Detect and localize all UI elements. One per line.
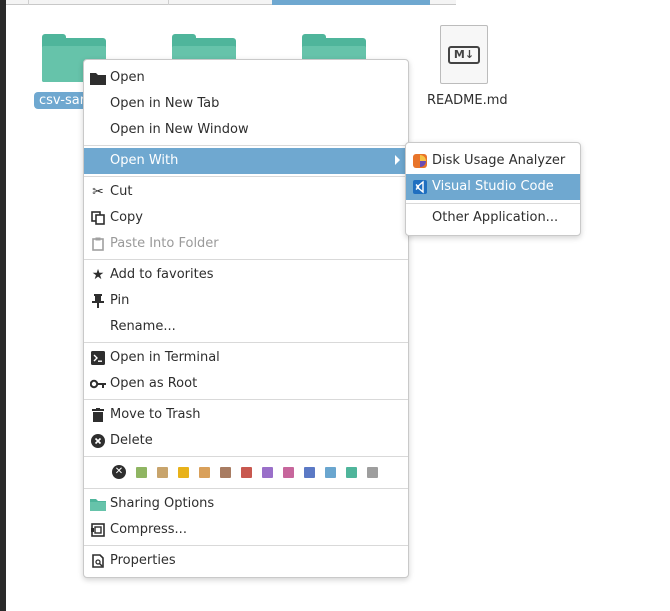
context-menu: Open Open in New Tab Open in New Window … [83, 59, 409, 578]
scissors-icon: ✂ [92, 184, 104, 200]
menu-item-pin[interactable]: Pin [84, 288, 408, 314]
color-tag-swatch[interactable] [367, 466, 378, 478]
markdown-badge: M↓ [448, 46, 480, 64]
menu-item-move-to-trash[interactable]: Move to Trash [84, 402, 408, 428]
color-tag-swatch[interactable] [346, 466, 357, 478]
menu-separator [84, 145, 408, 146]
menu-item-rename[interactable]: Rename... [84, 314, 408, 340]
menu-item-open-in-terminal[interactable]: Open in Terminal [84, 345, 408, 371]
pin-icon [90, 293, 106, 309]
menu-item-properties[interactable]: Properties [84, 548, 408, 574]
vscode-icon [412, 179, 428, 195]
menu-separator [84, 342, 408, 343]
folder-open-icon [90, 70, 106, 86]
menu-item-open-new-window[interactable]: Open in New Window [84, 117, 408, 143]
menu-separator [84, 176, 408, 177]
shared-folder-icon [90, 496, 106, 512]
color-tag-swatch[interactable] [304, 466, 315, 478]
tab-strip [0, 0, 456, 5]
menu-item-cut[interactable]: ✂ Cut [84, 179, 408, 205]
color-tag-swatch[interactable] [178, 466, 189, 478]
archive-icon [90, 522, 106, 538]
tab-divider [28, 0, 29, 5]
clear-color-icon[interactable]: ✕ [112, 465, 126, 479]
color-tag-swatch[interactable] [220, 466, 231, 478]
color-tag-swatch[interactable] [283, 466, 294, 478]
color-tag-swatch[interactable] [157, 466, 168, 478]
clipboard-icon [90, 236, 106, 252]
menu-separator [84, 545, 408, 546]
menu-item-add-to-favorites[interactable]: ★ Add to favorites [84, 262, 408, 288]
submenu-item-other-application[interactable]: Other Application... [406, 205, 580, 231]
menu-item-compress[interactable]: Compress... [84, 517, 408, 543]
key-icon [90, 376, 106, 392]
menu-separator [84, 259, 408, 260]
color-tag-swatch[interactable] [262, 466, 273, 478]
delete-circle-icon [90, 433, 106, 449]
color-tag-row: ✕ [112, 464, 388, 480]
terminal-icon [90, 350, 106, 366]
markdown-file-icon[interactable]: M↓ [440, 25, 488, 84]
submenu-item-visual-studio-code[interactable]: Visual Studio Code [406, 174, 580, 200]
menu-item-copy[interactable]: Copy [84, 205, 408, 231]
color-tag-swatch[interactable] [325, 466, 336, 478]
menu-separator [84, 399, 408, 400]
menu-separator [84, 456, 408, 457]
menu-item-sharing-options[interactable]: Sharing Options [84, 491, 408, 517]
disk-usage-analyzer-icon [412, 153, 428, 169]
properties-icon [90, 553, 106, 569]
file-name-label[interactable]: README.md [427, 93, 508, 108]
sidebar-edge [0, 0, 6, 611]
star-add-icon: ★ [91, 267, 105, 283]
chevron-right-icon [395, 155, 400, 165]
menu-item-delete[interactable]: Delete [84, 428, 408, 454]
menu-item-open-with[interactable]: Open With [84, 148, 408, 174]
color-tag-swatch[interactable] [241, 466, 252, 478]
active-tab[interactable] [272, 0, 430, 5]
color-tag-swatch[interactable] [199, 466, 210, 478]
menu-separator [84, 488, 408, 489]
open-with-submenu: Disk Usage Analyzer Visual Studio Code O… [405, 142, 581, 236]
copy-icon [90, 210, 106, 226]
color-tag-swatch[interactable] [136, 466, 147, 478]
menu-item-open-as-root[interactable]: Open as Root [84, 371, 408, 397]
menu-item-open[interactable]: Open [84, 65, 408, 91]
tab-divider [168, 0, 169, 5]
menu-separator [406, 203, 580, 204]
trash-icon [90, 407, 106, 423]
menu-item-open-new-tab[interactable]: Open in New Tab [84, 91, 408, 117]
menu-item-paste-into-folder[interactable]: Paste Into Folder [84, 231, 408, 257]
submenu-item-disk-usage-analyzer[interactable]: Disk Usage Analyzer [406, 148, 580, 174]
